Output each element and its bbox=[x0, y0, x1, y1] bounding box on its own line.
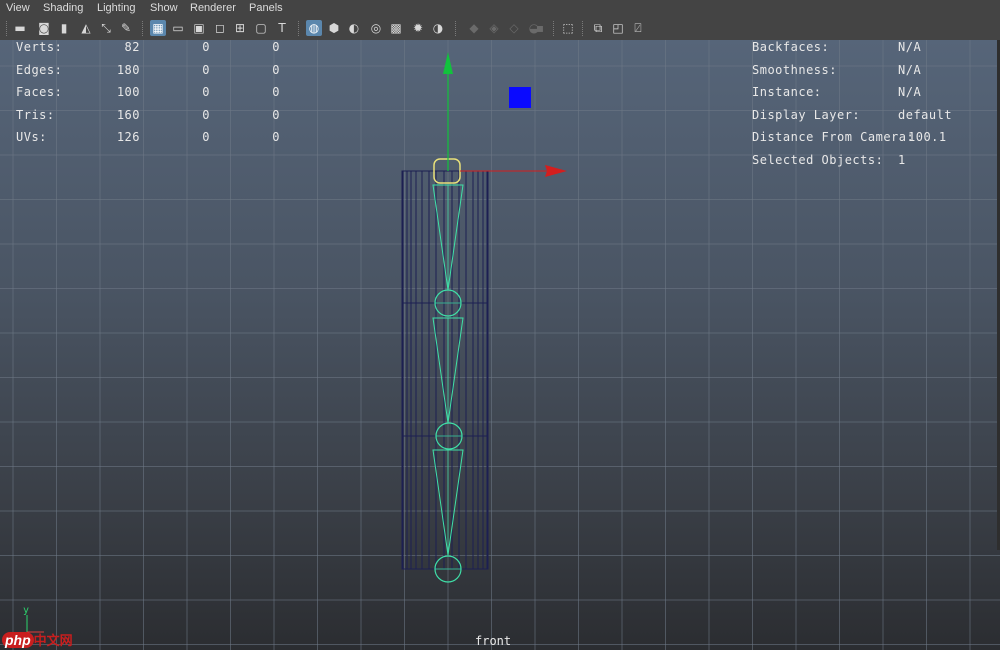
textured-icon[interactable]: ▩ bbox=[388, 20, 404, 36]
hud-stat-selected: 0 bbox=[202, 40, 210, 54]
hud-stat-label: Faces: bbox=[16, 85, 63, 99]
hud-stat-components: 0 bbox=[272, 62, 280, 77]
hud-stat-selected: 0 bbox=[202, 130, 210, 144]
hud-stat-selected: 0 bbox=[202, 107, 210, 122]
hud-stat-object: 160 bbox=[116, 107, 140, 122]
watermark-logo: php 中文网 bbox=[2, 630, 73, 649]
hud-detail-label: Distance From Camera: bbox=[752, 130, 915, 144]
xray-active-components-icon[interactable]: ◰ bbox=[610, 20, 626, 36]
backface-culling-icon[interactable]: ⍁ bbox=[630, 20, 646, 36]
safe-title-icon[interactable]: T bbox=[274, 20, 290, 36]
toolbar-separator bbox=[582, 21, 585, 36]
hud-detail-value: default bbox=[898, 107, 953, 122]
hud-stat-object: 82 bbox=[124, 40, 140, 54]
grease-pencil-icon[interactable]: ✎ bbox=[118, 20, 134, 36]
menu-bar: View Shading Lighting Show Renderer Panels bbox=[0, 0, 1000, 17]
toolbar-separator bbox=[298, 21, 301, 36]
menu-shading[interactable]: Shading bbox=[43, 2, 83, 14]
gate-mask-icon[interactable]: ◻ bbox=[212, 20, 228, 36]
hud-stat-object: 126 bbox=[116, 130, 140, 144]
manipulator-plane-handle bbox=[509, 87, 531, 108]
wireframe-on-shaded-icon[interactable]: ◎ bbox=[368, 20, 384, 36]
hud-detail-value: 100.1 bbox=[908, 130, 947, 144]
menu-view[interactable]: View bbox=[6, 2, 30, 14]
toolbar-separator bbox=[553, 21, 556, 36]
menu-lighting[interactable]: Lighting bbox=[97, 2, 136, 14]
hud-detail-value: N/A bbox=[898, 40, 922, 54]
camera-name-label: front bbox=[475, 634, 512, 648]
select-camera-icon[interactable]: ▬ bbox=[12, 20, 28, 36]
toolbar-separator bbox=[142, 21, 145, 36]
hud-detail-label: Smoothness: bbox=[752, 62, 837, 77]
panel-toolbar: ▬ ◙ ▮ ◭ ⤡ ✎ ▦ ▭ ▣ ◻ ⊞ ▢ T ◍ ⬢ ◐ ◎ ▩ ✹ ◑ ◆ ◈ ◇ ◒ ▪ ⬚ ⧉ ◰ ⍁ bbox=[0, 17, 1000, 41]
hud-detail-label: Display Layer: bbox=[752, 107, 861, 122]
motion-blur-icon[interactable]: ◈ bbox=[486, 20, 502, 36]
menu-show[interactable]: Show bbox=[150, 2, 178, 14]
wireframe-icon[interactable]: ◍ bbox=[306, 20, 322, 36]
hud-detail-label: Selected Objects: bbox=[752, 152, 884, 167]
safe-action-icon[interactable]: ▢ bbox=[253, 20, 269, 36]
xray-icon[interactable]: ⬚ bbox=[560, 20, 576, 36]
grid-icon[interactable]: ▦ bbox=[150, 20, 166, 36]
manipulator-x-arrow bbox=[545, 165, 567, 177]
hud-stat-components: 0 bbox=[272, 107, 280, 122]
image-plane-icon[interactable]: ◭ bbox=[78, 20, 94, 36]
hud-stat-label: Verts: bbox=[16, 40, 63, 54]
isolate-select-icon[interactable]: ▪ bbox=[532, 20, 548, 36]
film-gate-icon[interactable]: ▭ bbox=[170, 20, 186, 36]
shadows-icon[interactable]: ◑ bbox=[430, 20, 446, 36]
hud-stat-components: 0 bbox=[272, 85, 280, 99]
hud-stat-components: 0 bbox=[272, 40, 280, 54]
hud-detail-value: N/A bbox=[898, 85, 922, 99]
view-axis-y-label: y bbox=[23, 605, 30, 616]
field-chart-icon[interactable]: ⊞ bbox=[232, 20, 248, 36]
hud-stat-label: Edges: bbox=[16, 62, 63, 77]
smooth-shade-icon[interactable]: ⬢ bbox=[326, 20, 342, 36]
hud-detail-value: N/A bbox=[898, 62, 922, 77]
default-material-icon[interactable]: ◐ bbox=[346, 20, 362, 36]
manipulator-y-arrow bbox=[443, 52, 453, 74]
screen-space-ao-icon[interactable]: ◆ bbox=[466, 20, 482, 36]
camera-attributes-icon[interactable]: ◙ bbox=[36, 20, 52, 36]
hud-detail-label: Backfaces: bbox=[752, 40, 830, 54]
two-d-pan-zoom-icon[interactable]: ⤡ bbox=[98, 20, 114, 36]
anti-aliasing-icon[interactable]: ◇ bbox=[506, 20, 522, 36]
menu-panels[interactable]: Panels bbox=[249, 2, 283, 14]
hud-stat-label: Tris: bbox=[16, 107, 55, 122]
hud-stat-selected: 0 bbox=[202, 85, 210, 99]
cylinder-mesh-outline bbox=[401, 170, 489, 570]
bookmarks-icon[interactable]: ▮ bbox=[56, 20, 72, 36]
watermark-cn: 中文网 bbox=[33, 633, 73, 648]
hud-stat-components: 0 bbox=[272, 130, 280, 144]
toolbar-separator bbox=[6, 21, 9, 36]
menu-renderer[interactable]: Renderer bbox=[190, 2, 236, 14]
resolution-gate-icon[interactable]: ▣ bbox=[191, 20, 207, 36]
hud-detail-label: Instance: bbox=[752, 85, 822, 99]
hud-detail-value: 1 bbox=[898, 152, 906, 167]
toolbar-separator bbox=[455, 21, 458, 36]
xray-joints-icon[interactable]: ⧉ bbox=[590, 20, 606, 36]
watermark-php: php bbox=[2, 632, 34, 648]
hud-stat-selected: 0 bbox=[202, 62, 210, 77]
hud-stat-object: 180 bbox=[116, 62, 140, 77]
hud-stat-object: 100 bbox=[116, 85, 140, 99]
all-lights-icon[interactable]: ✹ bbox=[410, 20, 426, 36]
hud-stat-label: UVs: bbox=[16, 130, 47, 144]
